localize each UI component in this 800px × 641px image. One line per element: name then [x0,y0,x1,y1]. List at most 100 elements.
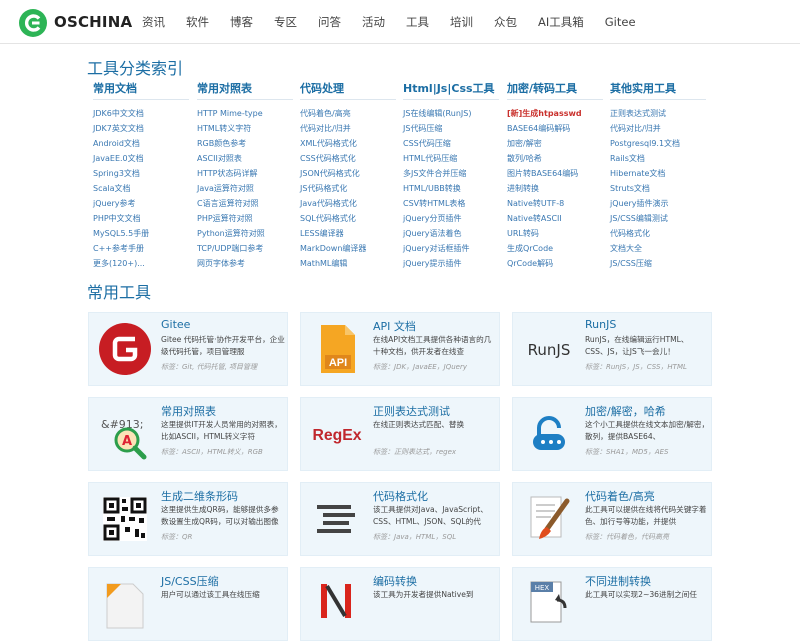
nav-item-news[interactable]: 资讯 [142,0,165,44]
index-link[interactable]: Python运算符对照 [197,226,293,241]
nav-item-crowdsourcing[interactable]: 众包 [494,0,517,44]
index-link[interactable]: HTML代码压缩 [403,151,499,166]
index-link[interactable]: QrCode解码 [507,256,603,271]
index-link[interactable]: 更多(120+)... [93,256,189,271]
index-link[interactable]: JS在线编辑(RunJS) [403,106,499,121]
index-link[interactable]: RGB颜色参考 [197,136,293,151]
tool-card-title[interactable]: 加密/解密，哈希 [585,403,666,419]
tool-card-title[interactable]: 编码转换 [373,573,417,589]
tool-card-title[interactable]: 代码格式化 [373,488,428,504]
nav-item-training[interactable]: 培训 [450,0,473,44]
index-link[interactable]: jQuery提示插件 [403,256,499,271]
tool-card[interactable]: RunJS RunJS RunJS，在线编辑运行HTML、CSS、JS，让JS飞一… [512,312,712,386]
index-link[interactable]: 文档大全 [610,241,706,256]
index-link[interactable]: JDK6中文文档 [93,106,189,121]
tool-card[interactable]: 代码着色/高亮 此工具可以提供在线将代码关键字着色、加行号等功能，并提供 标签：代码… [512,482,712,556]
index-link[interactable]: 代码对比/归并 [300,121,396,136]
nav-item-events[interactable]: 活动 [362,0,385,44]
index-link[interactable]: MathML编辑 [300,256,396,271]
index-link[interactable]: HTTP Mime-type [197,106,293,121]
index-link[interactable]: 代码格式化 [610,226,706,241]
nav-item-blog[interactable]: 博客 [230,0,253,44]
index-link[interactable]: 图片转BASE64编码 [507,166,603,181]
index-link[interactable]: JS代码格式化 [300,181,396,196]
tool-card-title[interactable]: 正则表达式测试 [373,403,450,419]
index-link[interactable]: Native转UTF-8 [507,196,603,211]
tool-card[interactable]: 代码格式化 该工具提供对Java、JavaScript、CSS、HTML、JSON… [300,482,500,556]
index-link[interactable]: jQuery插件演示 [610,196,706,211]
tool-card[interactable]: RegEx 正则表达式测试 在线正则表达式匹配、替换 标签：正则表达式，regex [300,397,500,471]
nav-item-zone[interactable]: 专区 [274,0,297,44]
tool-card-title[interactable]: RunJS [585,318,616,331]
logo-text[interactable]: OSCHINA [54,13,132,31]
index-link[interactable]: CSV转HTML表格 [403,196,499,211]
tool-card[interactable]: HEX 不同进制转换 此工具可以实现2~36进制之间任 [512,567,712,641]
index-link[interactable]: JDK7英文文档 [93,121,189,136]
index-link[interactable]: LESS编译器 [300,226,396,241]
index-link[interactable]: Native转ASCII [507,211,603,226]
index-link[interactable]: 代码着色/高亮 [300,106,396,121]
oschina-logo-icon[interactable] [19,9,47,37]
index-link[interactable]: C++参考手册 [93,241,189,256]
index-link[interactable]: Postgresql9.1文档 [610,136,706,151]
index-link[interactable]: [新]生成htpasswd [507,106,603,121]
index-link[interactable]: JavaEE.0文档 [93,151,189,166]
tool-card[interactable]: 加密/解密，哈希 这个小工具提供在线文本加密/解密，散列，提供BASE64、 标签：… [512,397,712,471]
index-link[interactable]: JS/CSS编辑测试 [610,211,706,226]
nav-item-gitee[interactable]: Gitee [605,0,636,44]
index-link[interactable]: 正则表达式测试 [610,106,706,121]
index-link[interactable]: SQL代码格式化 [300,211,396,226]
index-link[interactable]: ASCII对照表 [197,151,293,166]
nav-item-qa[interactable]: 问答 [318,0,341,44]
tool-card-title[interactable]: 常用对照表 [161,403,216,419]
index-link[interactable]: Hibernate文档 [610,166,706,181]
index-link[interactable]: C语言运算符对照 [197,196,293,211]
tool-card-title[interactable]: 不同进制转换 [585,573,651,589]
tool-card-title[interactable]: Gitee [161,318,190,331]
index-link[interactable]: Spring3文档 [93,166,189,181]
index-link[interactable]: 进制转换 [507,181,603,196]
nav-item-software[interactable]: 软件 [186,0,209,44]
index-link[interactable]: URL转码 [507,226,603,241]
index-link[interactable]: jQuery参考 [93,196,189,211]
tool-card-title[interactable]: API 文档 [373,318,416,334]
index-link[interactable]: CSS代码格式化 [300,151,396,166]
index-link[interactable]: HTML/UBB转换 [403,181,499,196]
index-link[interactable]: 多JS文件合并压缩 [403,166,499,181]
tool-card[interactable]: 生成二维条形码 这里提供生成QR码，能够提供多参数设置生成QR码，可以对输出图像标… [88,482,288,556]
nav-item-ai-toolbox[interactable]: AI工具箱 [538,0,584,44]
index-link[interactable]: CSS代码压缩 [403,136,499,151]
index-link[interactable]: HTTP状态码详解 [197,166,293,181]
index-link[interactable]: XML代码格式化 [300,136,396,151]
index-link[interactable]: JS/CSS压缩 [610,256,706,271]
index-link[interactable]: 生成QrCode [507,241,603,256]
index-link[interactable]: Scala文档 [93,181,189,196]
nav-item-tools[interactable]: 工具 [406,0,429,44]
tool-card[interactable]: 编码转换 该工具为开发者提供Native到 [300,567,500,641]
index-link[interactable]: HTML转义字符 [197,121,293,136]
index-link[interactable]: jQuery对话框插件 [403,241,499,256]
index-link[interactable]: jQuery分页插件 [403,211,499,226]
tool-card-title[interactable]: JS/CSS压缩 [161,573,219,589]
index-link[interactable]: jQuery语法着色 [403,226,499,241]
index-link[interactable]: TCP/UDP端口参考 [197,241,293,256]
index-link[interactable]: 散列/哈希 [507,151,603,166]
index-link[interactable]: Struts文档 [610,181,706,196]
index-link[interactable]: MySQL5.5手册 [93,226,189,241]
index-link[interactable]: JS代码压缩 [403,121,499,136]
index-link[interactable]: Java代码格式化 [300,196,396,211]
tool-card-title[interactable]: 生成二维条形码 [161,488,238,504]
index-link[interactable]: 代码对比/归并 [610,121,706,136]
tool-card-title[interactable]: 代码着色/高亮 [585,488,655,504]
index-link[interactable]: PHP中文文档 [93,211,189,226]
index-link[interactable]: MarkDown编译器 [300,241,396,256]
index-link[interactable]: Android文档 [93,136,189,151]
tool-card[interactable]: JS/CSS压缩 用户可以通过该工具在线压缩 [88,567,288,641]
index-link[interactable]: BASE64编码解码 [507,121,603,136]
tool-card[interactable]: Gitee Gitee 代码托管·协作开发平台，企业级代码托管，项目管理服 标签：G… [88,312,288,386]
index-link[interactable]: Rails文档 [610,151,706,166]
index-link[interactable]: 加密/解密 [507,136,603,151]
index-link[interactable]: PHP运算符对照 [197,211,293,226]
tool-card[interactable]: &#913; A 常用对照表 这里提供IT开发人员常用的对照表，比如ASCII，H… [88,397,288,471]
index-link[interactable]: JSON代码格式化 [300,166,396,181]
